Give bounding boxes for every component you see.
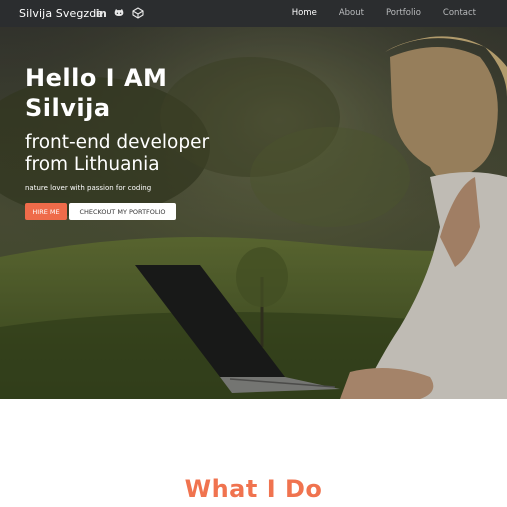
hero-subtitle: front-end developer from Lithuania [25,132,210,175]
checkout-portfolio-button[interactable]: CHECKOUT MY PORTFOLIO [69,203,176,220]
hero-section: Hello I AM Silvija front-end developer f… [0,27,507,399]
hire-me-button[interactable]: HIRE ME [25,203,67,220]
brand-name[interactable]: Silvija Svegzde [19,7,103,20]
nav-link-portfolio[interactable]: Portfolio [386,8,421,18]
nav-link-about[interactable]: About [339,8,364,18]
navbar: Silvija Svegzde in Home About Portfolio … [0,0,507,27]
hero-title: Hello I AM Silvija [25,64,168,122]
github-icon[interactable] [112,6,126,20]
nav-link-home[interactable]: Home [292,8,317,18]
what-i-do-heading: What I Do [184,475,323,503]
nav-links: Home About Portfolio Contact [270,8,476,18]
nav-link-contact[interactable]: Contact [443,8,476,18]
linkedin-icon[interactable]: in [94,6,108,20]
codepen-icon[interactable] [131,6,145,20]
linkedin-glyph: in [95,6,107,20]
hero-tagline: nature lover with passion for coding [25,184,152,192]
